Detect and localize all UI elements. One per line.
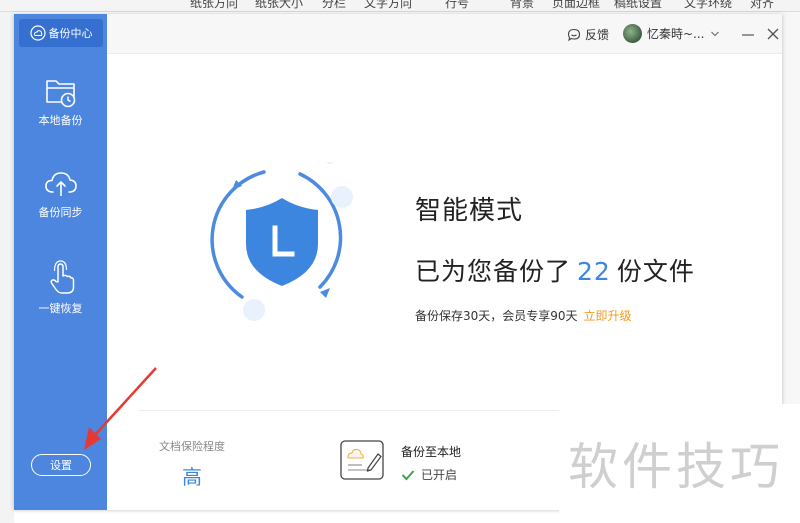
- close-icon[interactable]: [763, 24, 782, 44]
- settings-button[interactable]: 设置: [31, 454, 91, 476]
- watermark-text: 软件技巧: [568, 438, 784, 496]
- protect-level-value: 高: [182, 465, 202, 489]
- bg-toolbar-item: 对齐: [750, 0, 775, 10]
- home-cloud-icon: [29, 25, 46, 41]
- protect-level-label: 文档保险程度: [159, 440, 225, 453]
- sidebar-item-label: 备份同步: [38, 206, 83, 219]
- bg-toolbar-item: 页面边框: [552, 0, 601, 10]
- user-name: 忆秦時~...: [647, 27, 705, 41]
- bg-toolbar-item: 文字方向: [364, 0, 413, 10]
- brand-label: 备份中心: [48, 27, 93, 40]
- title-bar: 反馈 忆秦時~...: [107, 14, 782, 54]
- folder-clock-icon: [45, 80, 75, 108]
- upgrade-link[interactable]: 立即升级: [584, 309, 632, 323]
- sidebar-item-restore[interactable]: 一键恢复: [14, 260, 107, 316]
- hand-pointer-icon: [49, 260, 74, 294]
- bg-toolbar-item: 纸张方向: [190, 0, 239, 10]
- retention-info: 备份保存30天，会员专享90天 立即升级: [415, 307, 632, 324]
- backup-summary: 已为您备份了 22 份文件: [415, 252, 695, 288]
- feedback-button[interactable]: 反馈: [567, 26, 609, 43]
- local-backup-status: 已开启: [401, 466, 457, 483]
- brand-tab[interactable]: 备份中心: [19, 19, 103, 47]
- cloud-upload-icon: [44, 172, 77, 196]
- shield-status-graphic: [210, 162, 353, 321]
- mode-title: 智能模式: [415, 196, 524, 226]
- bg-toolbar-item: 纸张大小: [255, 0, 304, 10]
- check-icon: [401, 469, 415, 480]
- bg-toolbar-item: 分栏: [322, 0, 347, 10]
- sidebar: 备份中心 本地备份 备份同步 一键恢复 设置: [14, 14, 107, 510]
- feedback-label: 反馈: [585, 28, 610, 42]
- backup-prefix: 已为您备份了: [415, 257, 572, 286]
- retention-text: 备份保存30天，会员专享90天: [415, 309, 578, 323]
- bg-toolbar-item: 文字环绕: [684, 0, 733, 10]
- sidebar-item-local-backup[interactable]: 本地备份: [14, 76, 107, 128]
- sidebar-item-label: 一键恢复: [38, 302, 83, 315]
- divider: [139, 410, 559, 411]
- local-backup-title: 备份至本地: [401, 445, 462, 459]
- user-menu[interactable]: 忆秦時~...: [623, 24, 720, 43]
- document-cloud-icon: [340, 440, 384, 480]
- minimize-icon[interactable]: [738, 24, 758, 44]
- sidebar-item-backup-sync[interactable]: 备份同步: [14, 168, 107, 220]
- backup-count: 22: [577, 257, 611, 286]
- bg-toolbar-item: 稿纸设置: [614, 0, 663, 10]
- local-backup-status-label: 已开启: [421, 468, 458, 482]
- shield-icon: [246, 198, 318, 286]
- bg-toolbar-item: 行号: [445, 0, 470, 10]
- background-toolbar: 纸张方向 纸张大小 分栏 文字方向 行号 背景 页面边框 稿纸设置 文字环绕 对…: [0, 0, 800, 12]
- chat-bubble-icon: [567, 28, 581, 41]
- chevron-down-icon: [710, 31, 719, 36]
- backup-suffix: 份文件: [616, 257, 695, 286]
- sidebar-item-label: 本地备份: [38, 114, 83, 127]
- background-panel-left: [0, 12, 14, 523]
- bg-toolbar-item: 背景: [510, 0, 535, 10]
- avatar: [623, 24, 642, 43]
